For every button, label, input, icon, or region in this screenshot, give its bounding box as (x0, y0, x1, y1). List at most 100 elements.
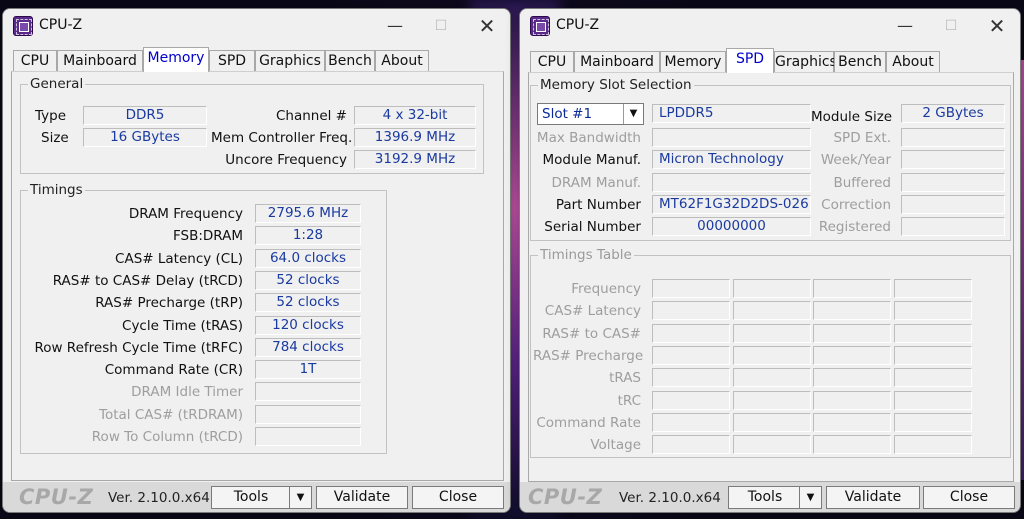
tab-memory[interactable]: Memory (143, 47, 209, 72)
timings-table-row-label: tRAS (609, 370, 641, 387)
timings-table-cell (813, 323, 891, 343)
close-button[interactable]: Close (923, 486, 1015, 509)
timings-table-cell (813, 390, 891, 410)
timing-value: 52 clocks (255, 293, 361, 313)
validate-button[interactable]: Validate (316, 486, 408, 509)
maximize-icon[interactable]: ☐ (928, 9, 974, 43)
serial-number-label: Serial Number (544, 219, 641, 235)
timing-label: Cycle Time (tRAS) (122, 317, 243, 334)
tab-graphics[interactable]: Graphics (774, 51, 837, 73)
timing-label: CAS# Latency (CL) (115, 250, 243, 267)
timings-table-cell (732, 412, 811, 432)
general-group-title: General (28, 76, 86, 92)
timing-value: 120 clocks (255, 315, 361, 335)
cpuz-window-memory: CPU-Z — ☐ ✕ CPU Mainboard Memory SPD Gra… (2, 8, 511, 513)
tab-spd[interactable]: SPD (726, 48, 774, 73)
timings-table-cell (652, 323, 730, 343)
timings-table-cell (893, 368, 972, 388)
tools-dropdown-icon[interactable]: ▼ (799, 487, 821, 508)
timing-label: RAS# Precharge (tRP) (95, 295, 243, 312)
bottom-bar: CPU-Z Ver. 2.10.0.x64 Tools ▼ Validate C… (3, 482, 510, 512)
timing-label: Row To Column (tRCD) (91, 429, 243, 445)
week-year-label: Week/Year (820, 152, 891, 168)
tab-mainboard[interactable]: Mainboard (57, 50, 143, 72)
maximize-icon[interactable]: ☐ (418, 9, 464, 43)
timing-label: FSB:DRAM (172, 228, 243, 245)
tools-dropdown-icon[interactable]: ▼ (289, 487, 311, 508)
timings-table-row-label: RAS# Precharge (533, 347, 644, 364)
uncore-label: Uncore Frequency (225, 152, 347, 168)
tab-spd[interactable]: SPD (209, 50, 255, 72)
timings-table-cell (732, 368, 811, 388)
channel-label: Channel # (275, 108, 347, 124)
uncore-value: 3192.9 MHz (354, 150, 476, 169)
timings-table-cell (732, 435, 811, 455)
window-title: CPU-Z (556, 17, 600, 33)
serial-number-value: 00000000 (652, 217, 811, 236)
timings-table-cell (732, 279, 811, 298)
part-number-label: Part Number (555, 197, 641, 213)
module-size-value: 2 GBytes (901, 104, 1005, 123)
timings-table-cell (652, 279, 730, 298)
timing-value: 1T (255, 360, 361, 380)
tab-cpu[interactable]: CPU (13, 50, 57, 72)
timings-table-row-label: Frequency (571, 281, 641, 297)
week-year-value (901, 150, 1005, 169)
bottom-bar: CPU-Z Ver. 2.10.0.x64 Tools ▼ Validate C… (520, 482, 1020, 512)
timing-label: Row Refresh Cycle Time (tRFC) (34, 339, 243, 356)
tab-bench[interactable]: Bench (325, 50, 375, 72)
tab-memory[interactable]: Memory (660, 51, 726, 73)
close-icon[interactable]: ✕ (464, 9, 510, 43)
cpuz-app-icon (13, 16, 33, 36)
chevron-down-icon[interactable]: ▼ (623, 104, 643, 124)
channel-value: 4 x 32-bit (354, 106, 476, 125)
timings-table-cell (652, 368, 730, 388)
spd-page: Memory Slot Selection Slot #1 ▼ LPDDR5 M… (528, 72, 1014, 482)
timing-label: RAS# to CAS# Delay (tRCD) (52, 272, 243, 289)
timing-value (255, 404, 361, 424)
timings-table-cell (813, 435, 891, 455)
tools-button[interactable]: Tools ▼ (211, 486, 312, 509)
memory-slot-group-title: Memory Slot Selection (538, 77, 694, 93)
part-number-value: MT62F1G32D2DS-026 (652, 195, 811, 214)
module-manuf-value: Micron Technology (652, 150, 811, 169)
registered-label: Registered (818, 219, 891, 235)
minimize-icon[interactable]: — (372, 9, 418, 43)
slot-select[interactable]: Slot #1 ▼ (537, 103, 644, 125)
cpuz-app-icon (530, 16, 550, 36)
validate-button[interactable]: Validate (826, 486, 920, 509)
timings-table-cell (732, 390, 811, 410)
timings-table-cell (813, 368, 891, 388)
tab-mainboard[interactable]: Mainboard (574, 51, 660, 73)
minimize-icon[interactable]: — (882, 9, 928, 43)
memory-type-value: LPDDR5 (652, 104, 811, 123)
timings-table-group: Timings Table Frequency CAS# Latency RAS# … (530, 247, 1011, 458)
module-size-label: Module Size (811, 109, 893, 125)
timings-table-cell (732, 323, 811, 343)
type-value: DDR5 (83, 106, 207, 125)
timings-table-cell (652, 345, 730, 365)
close-icon[interactable]: ✕ (974, 9, 1020, 43)
memory-page: General Type DDR5 Size 16 GBytes Channel… (11, 71, 504, 481)
tab-cpu[interactable]: CPU (530, 51, 574, 73)
tab-graphics[interactable]: Graphics (255, 50, 325, 72)
close-button[interactable]: Close (412, 486, 504, 509)
timing-label: Command Rate (CR) (104, 362, 243, 379)
tools-button-label: Tools (747, 489, 783, 505)
timing-value: 52 clocks (255, 270, 361, 290)
version-label: Ver. 2.10.0.x64 (619, 490, 721, 506)
size-label: Size (41, 130, 69, 146)
timings-group: Timings DRAM Frequency 2795.6 MHz FSB:DRAM… (20, 182, 387, 454)
tab-bench[interactable]: Bench (834, 51, 886, 73)
spd-ext-label: SPD Ext. (833, 130, 891, 146)
tab-about[interactable]: About (375, 50, 429, 72)
title-bar[interactable]: CPU-Z — ☐ ✕ (520, 9, 1020, 43)
tools-button[interactable]: Tools ▼ (728, 486, 822, 509)
timings-table-title: Timings Table (538, 247, 634, 263)
timings-table-cell (893, 345, 972, 365)
timings-table-cell (813, 412, 891, 432)
title-bar[interactable]: CPU-Z — ☐ ✕ (3, 9, 510, 43)
timings-table-cell (893, 435, 972, 455)
tab-about[interactable]: About (886, 51, 940, 73)
version-label: Ver. 2.10.0.x64 (108, 490, 210, 506)
